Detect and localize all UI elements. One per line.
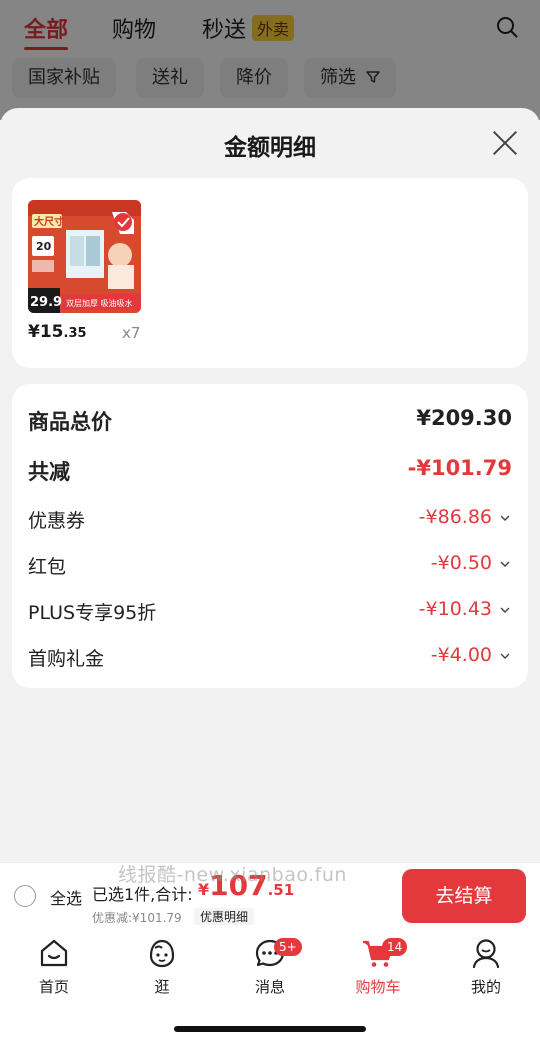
user-icon [472, 939, 500, 969]
plus-discount-value: -¥10.43 [418, 598, 492, 620]
tab-browse-label: 逛 [154, 978, 170, 996]
tab-home[interactable]: 首页 [14, 936, 94, 997]
svg-text:29.9: 29.9 [30, 295, 62, 310]
row-plus-discount[interactable]: PLUS专享95折 -¥10.43 [28, 598, 512, 628]
coupon-value: -¥86.86 [418, 506, 492, 528]
tab-messages-label: 消息 [254, 978, 285, 996]
row-first-purchase-gift[interactable]: 首购礼金 -¥4.00 [28, 644, 512, 674]
tab-profile[interactable]: 我的 [446, 936, 526, 997]
first-purchase-gift-value: -¥4.00 [430, 644, 492, 666]
select-all-label[interactable]: 全选 [50, 885, 82, 909]
cart-badge: 14 [382, 938, 408, 956]
coupon-label: 优惠券 [28, 510, 86, 532]
first-purchase-gift-label: 首购礼金 [28, 648, 105, 670]
price-decimal: .35 [63, 326, 87, 341]
chevron-down-icon [500, 561, 510, 567]
tab-home-label: 首页 [38, 978, 69, 996]
home-indicator [174, 1026, 366, 1032]
red-packet-value: -¥0.50 [430, 552, 492, 574]
row-total-discount: 共减 -¥101.79 [28, 456, 512, 486]
select-all-checkbox[interactable] [14, 885, 36, 907]
total-discount-label: 共减 [28, 460, 70, 484]
watermark: 线报酷-new.xianbao.fun [118, 864, 347, 886]
row-coupon[interactable]: 优惠券 -¥86.86 [28, 506, 512, 536]
overlay-dim[interactable] [0, 0, 540, 120]
svg-text:双层加厚 吸油吸水: 双层加厚 吸油吸水 [66, 298, 133, 308]
discount-detail-link[interactable]: 优惠明细 [194, 908, 255, 925]
plus-discount-label: PLUS专享95折 [28, 602, 157, 624]
product-image: 大尺寸 20 29.9 双层加厚 吸油吸水 [28, 200, 141, 313]
home-icon [40, 939, 68, 967]
price-breakdown-card: 商品总价 ¥209.30 共减 -¥101.79 优惠券 -¥86.86 红包 … [12, 384, 528, 688]
product-quantity: x7 [122, 324, 141, 342]
checkout-button[interactable]: 去结算 [402, 869, 526, 923]
face-icon [149, 939, 175, 968]
tab-profile-label: 我的 [470, 978, 501, 996]
product-thumbnail[interactable]: 大尺寸 20 29.9 双层加厚 吸油吸水 [28, 200, 141, 313]
total-price-label: 商品总价 [28, 410, 112, 434]
chevron-down-icon [500, 653, 510, 659]
tab-cart[interactable]: 14 购物车 [338, 936, 418, 997]
tab-browse[interactable]: 逛 [122, 936, 202, 997]
price-int: ¥15 [28, 322, 64, 342]
chevron-down-icon [500, 515, 510, 521]
svg-text:20: 20 [36, 240, 52, 253]
svg-text:大尺寸: 大尺寸 [34, 215, 64, 228]
messages-badge: 5+ [274, 938, 302, 956]
row-total-price: 商品总价 ¥209.30 [28, 406, 512, 436]
row-red-packet[interactable]: 红包 -¥0.50 [28, 552, 512, 582]
product-card: 大尺寸 20 29.9 双层加厚 吸油吸水 ¥15.35 x7 [12, 178, 528, 368]
total-price-value: ¥209.30 [416, 406, 512, 430]
product-price: ¥15.35 [28, 322, 87, 342]
tab-messages[interactable]: 5+ 消息 [230, 936, 310, 997]
close-icon[interactable] [492, 130, 518, 156]
discount-summary: 优惠减:¥101.79 [92, 911, 182, 925]
tab-cart-label: 购物车 [355, 978, 401, 996]
sheet-title: 金额明细 [224, 135, 316, 161]
chevron-down-icon [500, 607, 510, 613]
red-packet-label: 红包 [28, 556, 67, 578]
amount-detail-sheet: 金额明细 大尺寸 20 29.9 双层加厚 吸油吸水 ¥15.35 x7 商品总… [0, 108, 540, 868]
total-discount-value: -¥101.79 [407, 456, 512, 480]
